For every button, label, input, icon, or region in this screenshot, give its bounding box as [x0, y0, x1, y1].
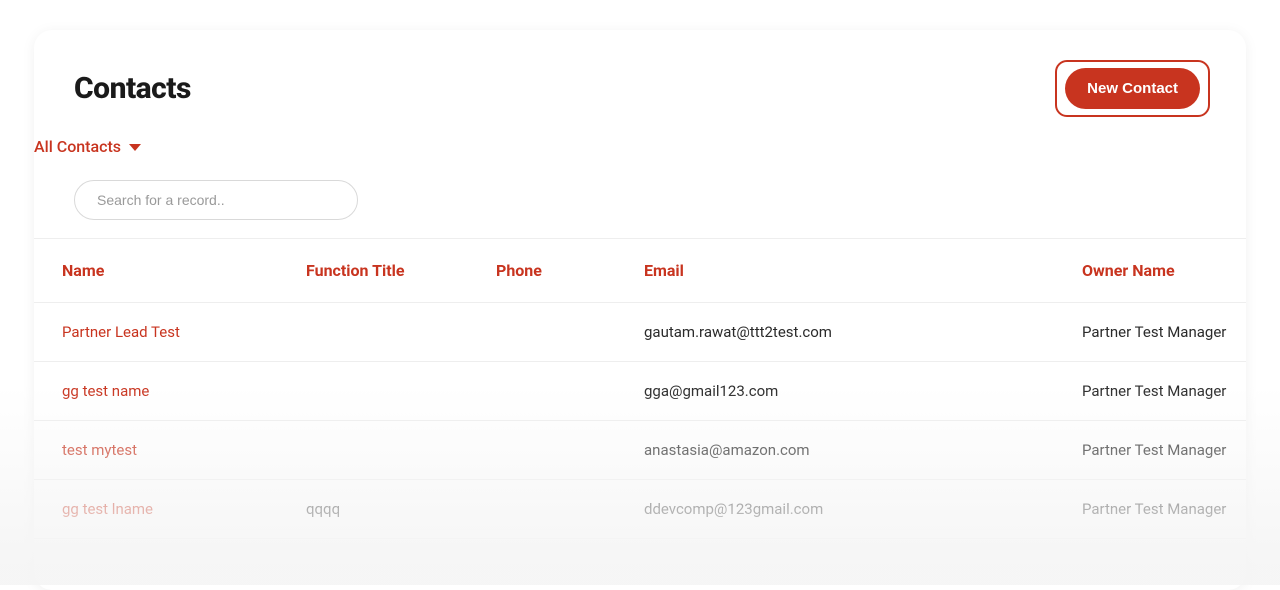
new-contact-button[interactable]: New Contact	[1065, 68, 1200, 109]
cell-email: ddevcomp@123gmail.com	[644, 500, 1082, 518]
cell-email: gautam.rawat@ttt2test.com	[644, 323, 1082, 341]
table-row: gg test lname qqqq ddevcomp@123gmail.com…	[34, 480, 1246, 539]
col-header-owner-name[interactable]: Owner Name	[1082, 261, 1246, 280]
table-row: Partner Lead Test gautam.rawat@ttt2test.…	[34, 303, 1246, 362]
cell-name[interactable]: gg test lname	[34, 500, 306, 518]
col-header-phone[interactable]: Phone	[496, 261, 644, 280]
header-row: Contacts New Contact	[34, 30, 1246, 125]
cell-name[interactable]: gg test name	[34, 382, 306, 400]
col-header-function-title[interactable]: Function Title	[306, 261, 496, 280]
cell-name[interactable]: Partner Lead Test	[34, 323, 306, 341]
filter-label: All Contacts	[34, 137, 121, 156]
col-header-name[interactable]: Name	[34, 261, 306, 280]
table-header: Name Function Title Phone Email Owner Na…	[34, 238, 1246, 303]
table-row: gg test name gga@gmail123.com Partner Te…	[34, 362, 1246, 421]
table-row: test mytest anastasia@amazon.com Partner…	[34, 421, 1246, 480]
contacts-panel: Contacts New Contact All Contacts Name F…	[34, 30, 1246, 590]
caret-down-icon	[129, 144, 141, 151]
cell-owner-name: Partner Test Manager	[1082, 441, 1246, 459]
cell-function-title: qqqq	[306, 500, 496, 518]
cell-email: gga@gmail123.com	[644, 382, 1082, 400]
cell-email: anastasia@amazon.com	[644, 441, 1082, 459]
contacts-table: Name Function Title Phone Email Owner Na…	[34, 238, 1246, 539]
page-title: Contacts	[74, 71, 191, 106]
col-header-email[interactable]: Email	[644, 261, 1082, 280]
cell-owner-name: Partner Test Manager	[1082, 382, 1246, 400]
filter-row: All Contacts	[34, 125, 1246, 164]
search-input[interactable]	[74, 180, 358, 220]
filter-dropdown[interactable]: All Contacts	[34, 129, 141, 164]
cell-owner-name: Partner Test Manager	[1082, 323, 1246, 341]
cell-name[interactable]: test mytest	[34, 441, 306, 459]
new-contact-highlight: New Contact	[1055, 60, 1210, 117]
search-row	[34, 164, 1246, 238]
cell-owner-name: Partner Test Manager	[1082, 500, 1246, 518]
